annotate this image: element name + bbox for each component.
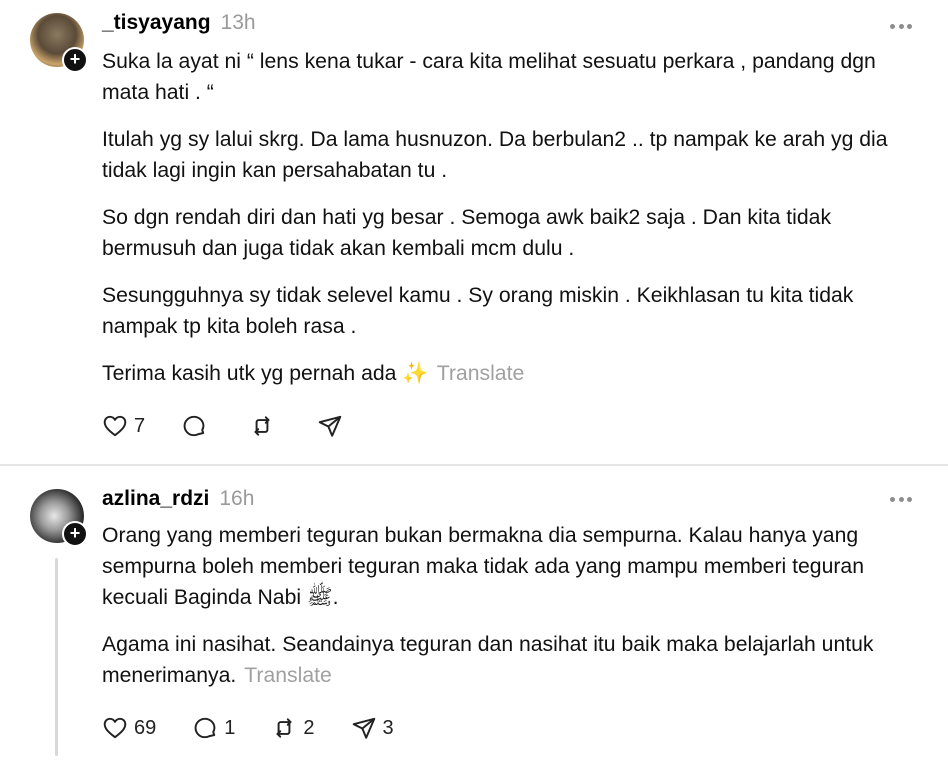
username[interactable]: azlina_rdzi	[102, 487, 209, 511]
reply-count: 1	[224, 716, 236, 739]
more-options-icon[interactable]	[890, 497, 912, 503]
more-options-icon[interactable]	[890, 24, 912, 30]
share-button[interactable]: 3	[351, 715, 394, 741]
reply-button[interactable]: 1	[192, 715, 235, 741]
post-paragraph-text: Terima kasih utk yg pernah ada ✨	[102, 362, 429, 385]
action-bar: 7	[102, 413, 385, 439]
username[interactable]: _tisyayang	[102, 11, 211, 35]
post-paragraph: So dgn rendah diri dan hati yg besar . S…	[102, 206, 832, 260]
heart-icon	[103, 415, 127, 437]
post-header: azlina_rdzi 16h	[102, 487, 254, 511]
timestamp[interactable]: 16h	[219, 487, 254, 511]
comment-icon	[194, 717, 216, 739]
repost-button[interactable]	[249, 413, 281, 439]
post-paragraph: Suka la ayat ni “ lens kena tukar - cara…	[102, 50, 876, 104]
post-paragraph: Itulah yg sy lalui skrg. Da lama husnuzo…	[102, 128, 888, 182]
action-bar: 69 1 2 3	[102, 715, 430, 741]
like-button[interactable]: 69	[102, 715, 156, 741]
translate-link[interactable]: Translate	[244, 664, 332, 687]
comment-icon	[183, 415, 205, 437]
repost-icon	[254, 416, 270, 436]
post-paragraph-text: Agama ini nasihat. Seandainya teguran da…	[102, 633, 874, 687]
repost-count: 2	[303, 716, 315, 739]
translate-link[interactable]: Translate	[437, 362, 525, 385]
like-button[interactable]: 7	[102, 413, 145, 439]
like-count: 7	[134, 414, 146, 437]
send-icon	[352, 717, 375, 739]
post: + _tisyayang 13h Suka la ayat ni “ lens …	[0, 0, 948, 464]
timestamp[interactable]: 13h	[221, 11, 256, 35]
share-button[interactable]	[317, 413, 349, 439]
repost-icon	[276, 718, 292, 738]
send-icon	[318, 415, 342, 437]
follow-plus-icon[interactable]: +	[62, 521, 88, 547]
post-paragraph: Sesungguhnya sy tidak selevel kamu . Sy …	[102, 284, 854, 338]
share-count: 3	[382, 716, 394, 739]
reply-button[interactable]	[181, 413, 213, 439]
repost-button[interactable]: 2	[271, 715, 315, 741]
post-paragraph-last: Terima kasih utk yg pernah ada ✨ Translat…	[102, 358, 922, 389]
like-count: 69	[134, 716, 157, 739]
post-header: _tisyayang 13h	[102, 11, 256, 35]
post: + azlina_rdzi 16h Orang yang memberi teg…	[0, 466, 948, 768]
post-body: Orang yang memberi teguran bukan bermakn…	[102, 520, 922, 707]
post-paragraph: Orang yang memberi teguran bukan bermakn…	[102, 524, 864, 609]
post-body: Suka la ayat ni “ lens kena tukar - cara…	[102, 46, 922, 405]
post-paragraph-last: Agama ini nasihat. Seandainya teguran da…	[102, 629, 922, 691]
heart-icon	[103, 717, 127, 739]
follow-plus-icon[interactable]: +	[62, 47, 88, 73]
thread-line	[55, 558, 58, 756]
